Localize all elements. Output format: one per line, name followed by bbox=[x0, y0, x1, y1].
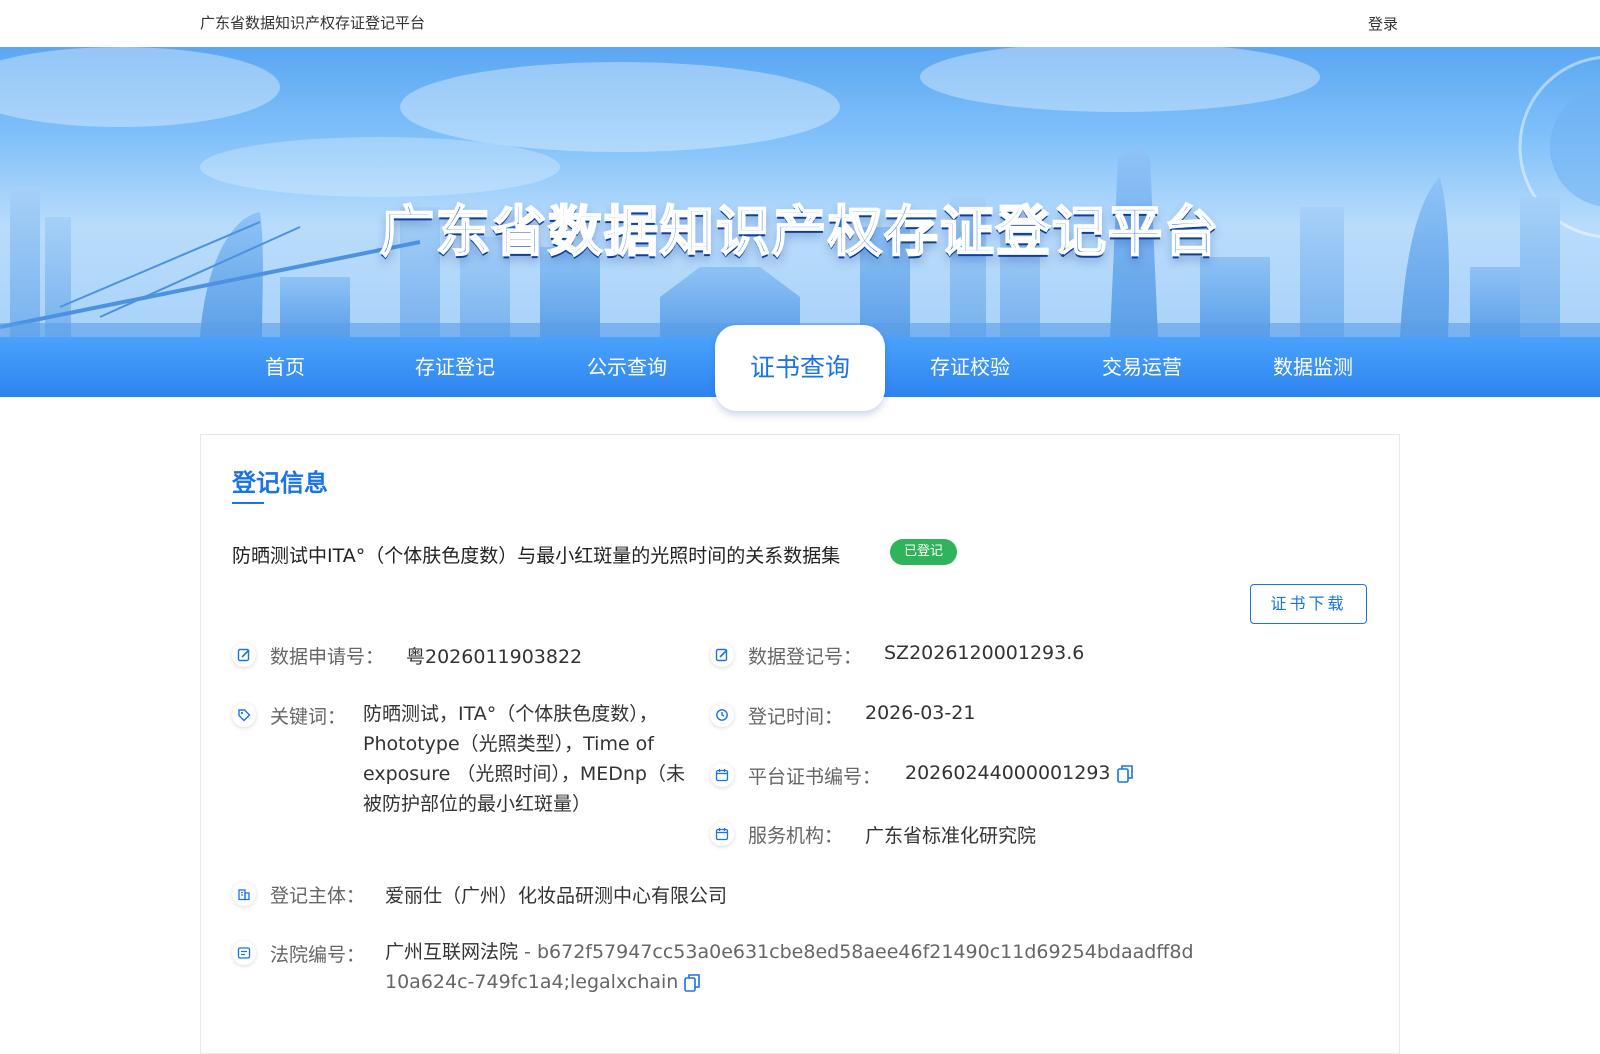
record-title: 防晒测试中ITA°（个体肤色度数）与最小红斑量的光照时间的关系数据集 bbox=[232, 545, 841, 567]
service-org-value: 广东省标准化研究院 bbox=[865, 825, 1037, 847]
field-registration-no: 数据登记号： SZ2026120001293.6 bbox=[710, 642, 1210, 672]
field-keywords: 关键词： 防晒测试，ITA°（个体肤色度数），Phototype（光照类型），T… bbox=[232, 702, 707, 827]
copy-icon[interactable] bbox=[684, 973, 701, 993]
calendar-icon bbox=[710, 763, 734, 787]
service-org-label: 服务机构： bbox=[748, 825, 844, 847]
field-registrant: 登记主体： 爱丽仕（广州）化妆品研测中心有限公司 bbox=[232, 881, 1032, 911]
registrant-label: 登记主体： bbox=[270, 885, 366, 907]
certificate-no-text: 20260244000001293 bbox=[905, 762, 1111, 784]
certificate-icon bbox=[232, 941, 256, 965]
section-title-underline bbox=[232, 502, 264, 504]
nav-tab-certificate-query[interactable]: 证书查询 bbox=[715, 325, 885, 411]
section-title: 登记信息 bbox=[232, 469, 328, 497]
application-no-label: 数据申请号： bbox=[270, 646, 385, 668]
certificate-no-value: 20260244000001293 bbox=[905, 762, 1133, 784]
keywords-label: 关键词： bbox=[270, 706, 347, 728]
edit-icon bbox=[232, 643, 256, 667]
court-name: 广州互联网法院 bbox=[385, 941, 519, 963]
field-certificate-no: 平台证书编号： 20260244000001293 bbox=[710, 762, 1270, 792]
field-registration-time: 登记时间： 2026-03-21 bbox=[710, 702, 1210, 732]
nav-tab-public-query[interactable]: 公示查询 bbox=[572, 337, 682, 397]
nav-tab-data-monitoring[interactable]: 数据监测 bbox=[1258, 337, 1368, 397]
copy-icon[interactable] bbox=[1116, 764, 1133, 784]
court-no-value: 广州互联网法院 - b672f57947cc53a0e631cbe8ed58ae… bbox=[385, 937, 1205, 997]
top-bar: 广东省数据知识产权存证登记平台 登录 bbox=[0, 0, 1600, 47]
tag-icon bbox=[232, 703, 256, 727]
registration-no-label: 数据登记号： bbox=[748, 646, 863, 668]
field-application-no: 数据申请号： 粤2026011903822 bbox=[232, 642, 682, 672]
keywords-value: 防晒测试，ITA°（个体肤色度数），Phototype（光照类型），Time o… bbox=[363, 703, 685, 815]
banner-title: 广东省数据知识产权存证登记平台 bbox=[379, 199, 1220, 264]
calendar-icon bbox=[710, 822, 734, 846]
nav-tab-verification[interactable]: 存证校验 bbox=[915, 337, 1025, 397]
status-badge: 已登记 bbox=[890, 539, 958, 565]
site-name: 广东省数据知识产权存证登记平台 bbox=[200, 14, 426, 32]
hero-banner: 广东省数据知识产权存证登记平台 bbox=[0, 47, 1600, 337]
registrant-value: 爱丽仕（广州）化妆品研测中心有限公司 bbox=[385, 885, 728, 907]
registration-time-value: 2026-03-21 bbox=[865, 702, 976, 724]
nav-tab-home[interactable]: 首页 bbox=[230, 337, 340, 397]
login-link[interactable]: 登录 bbox=[1368, 13, 1398, 34]
field-court-no: 法院编号： 广州互联网法院 - b672f57947cc53a0e631cbe8… bbox=[232, 940, 1232, 1000]
building-icon bbox=[232, 882, 256, 906]
main-nav: 首页 存证登记 公示查询 证书查询 存证校验 交易运营 数据监测 bbox=[0, 325, 1600, 411]
certificate-download-button[interactable]: 证书下载 bbox=[1250, 584, 1367, 624]
nav-tab-registration[interactable]: 存证登记 bbox=[400, 337, 510, 397]
registration-time-label: 登记时间： bbox=[748, 706, 844, 728]
certificate-no-label: 平台证书编号： bbox=[748, 766, 882, 788]
registration-no-value: SZ2026120001293.6 bbox=[884, 642, 1085, 664]
field-service-org: 服务机构： 广东省标准化研究院 bbox=[710, 821, 1210, 851]
clock-icon bbox=[710, 703, 734, 727]
court-no-label: 法院编号： bbox=[270, 944, 366, 966]
application-no-value: 粤2026011903822 bbox=[406, 646, 583, 668]
nav-tab-trading[interactable]: 交易运营 bbox=[1087, 337, 1197, 397]
edit-icon bbox=[710, 643, 734, 667]
registration-info-card: 登记信息 防晒测试中ITA°（个体肤色度数）与最小红斑量的光照时间的关系数据集 … bbox=[200, 434, 1400, 1054]
